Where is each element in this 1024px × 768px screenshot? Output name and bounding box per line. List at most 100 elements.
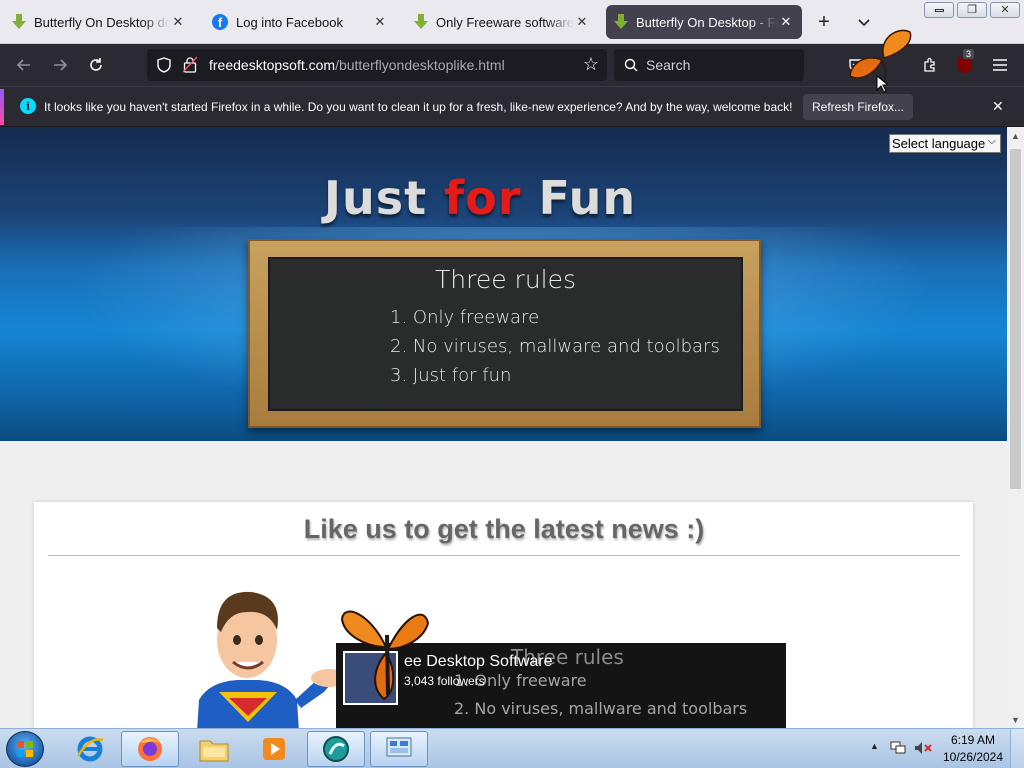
hero-title-word: for: [444, 171, 522, 225]
butterfly-icon: [340, 610, 430, 701]
hero-title: Just for Fun: [0, 171, 960, 225]
download-icon: [614, 14, 628, 30]
tab-butterfly-active[interactable]: Butterfly On Desktop - Free ✕: [606, 5, 802, 39]
tab-only-freeware[interactable]: Only Freeware software for ✕: [406, 5, 598, 39]
restore-button[interactable]: ❐: [957, 2, 987, 18]
scroll-up-arrow-icon[interactable]: ▲: [1007, 127, 1024, 144]
rule-item: 3. Just for fun: [390, 365, 512, 386]
network-icon[interactable]: [890, 741, 906, 758]
chevron-down-icon: [858, 19, 870, 27]
close-icon[interactable]: ✕: [372, 14, 388, 30]
search-bar[interactable]: Search: [614, 49, 804, 81]
extension-badge: 3: [963, 49, 975, 59]
reload-button[interactable]: [84, 53, 108, 77]
notification-bar: i It looks like you haven't started Fire…: [0, 75, 1024, 126]
clock-time[interactable]: 6:19 AM: [940, 733, 1006, 747]
tab-facebook[interactable]: f Log into Facebook ✕: [204, 5, 396, 39]
app-circle-icon: [323, 736, 349, 762]
notification-accent: [0, 89, 4, 125]
shield-icon[interactable]: [157, 57, 171, 73]
rule-item: 1. Only freeware: [390, 307, 540, 328]
start-button[interactable]: [6, 731, 44, 767]
windows-taskbar: ▲ 6:19 AM 10/26/2024: [0, 728, 1024, 768]
control-panel-icon: [386, 737, 412, 757]
close-notification-icon[interactable]: ✕: [992, 98, 1004, 115]
url-host: freedesktopsoft.com: [209, 57, 336, 73]
url-bar[interactable]: freedesktopsoft.com/butterflyondesktopli…: [147, 49, 607, 81]
close-window-button[interactable]: ✕: [990, 2, 1020, 18]
like-us-card: Like us to get the latest news :) Three …: [34, 502, 973, 728]
clock-date[interactable]: 10/26/2024: [940, 750, 1006, 764]
close-icon[interactable]: ✕: [574, 14, 590, 30]
search-icon: [624, 58, 638, 72]
lock-warning-icon[interactable]: [183, 56, 197, 73]
mouse-cursor-icon: [876, 75, 888, 93]
back-button[interactable]: [12, 53, 36, 77]
windows-logo-icon: [17, 741, 33, 757]
show-desktop-button[interactable]: [1010, 729, 1024, 768]
fb-rule-item: 2. No viruses, mallware and toolbars: [454, 699, 748, 718]
minimize-icon: [934, 8, 944, 12]
tab-butterfly-download[interactable]: Butterfly On Desktop download ✕: [4, 5, 194, 39]
window-controls: ❐ ✕: [924, 2, 1020, 18]
like-heading: Like us to get the latest news :): [48, 514, 960, 556]
info-icon: i: [20, 98, 36, 114]
url-path: /butterflyondesktoplike.html: [335, 57, 505, 73]
speaker-muted-icon: [915, 742, 932, 754]
navigation-toolbar: freedesktopsoft.com/butterflyondesktopli…: [0, 29, 1024, 89]
new-tab-button[interactable]: +: [812, 10, 836, 34]
ublock-button[interactable]: 3: [953, 49, 977, 77]
facebook-icon: f: [212, 14, 228, 30]
ublock-shield-icon: [958, 57, 972, 73]
notification-text: It looks like you haven't started Firefo…: [44, 100, 793, 114]
extensions-button[interactable]: [918, 53, 942, 77]
internet-explorer-icon: [76, 736, 104, 762]
media-player-icon: [263, 738, 285, 760]
minimize-button[interactable]: [924, 2, 954, 18]
hero-title-word: Just: [323, 171, 428, 225]
rule-item: 2. No viruses, mallware and toolbars: [390, 336, 720, 357]
language-select-value: Select language: [892, 136, 986, 151]
scroll-down-arrow-icon[interactable]: ▼: [1007, 711, 1024, 728]
vertical-scrollbar[interactable]: ▲ ▼: [1007, 127, 1024, 728]
hero-banner: Just for Fun Three rules 1. Only freewar…: [0, 127, 1007, 441]
close-icon[interactable]: ✕: [778, 14, 794, 30]
taskbar-firefox[interactable]: [121, 731, 179, 767]
search-placeholder: Search: [646, 57, 691, 73]
menu-button[interactable]: [988, 53, 1012, 77]
hero-title-word: Fun: [538, 171, 637, 225]
chalkboard: Three rules 1. Only freeware 2. No virus…: [248, 239, 761, 428]
chalkboard-surface: Three rules 1. Only freeware 2. No virus…: [268, 257, 743, 411]
folder-icon: [199, 740, 229, 762]
arrow-right-icon: [54, 59, 68, 71]
taskbar-app-circle[interactable]: [307, 731, 365, 767]
volume-muted-icon[interactable]: [914, 741, 932, 758]
taskbar-control-panel[interactable]: [370, 731, 428, 767]
close-icon[interactable]: ✕: [170, 14, 186, 30]
refresh-firefox-button[interactable]: Refresh Firefox...: [803, 94, 913, 120]
show-hidden-icons-button[interactable]: ▲: [870, 741, 879, 751]
arrow-left-icon: [16, 59, 30, 71]
tab-title: Only Freeware software for: [436, 14, 574, 30]
tab-title: Butterfly On Desktop - Free: [636, 14, 778, 30]
language-select[interactable]: Select language ⌵: [889, 134, 1001, 153]
board-title: Three rules: [434, 265, 577, 294]
taskbar-internet-explorer[interactable]: [61, 731, 119, 767]
scroll-thumb[interactable]: [1010, 149, 1021, 489]
taskbar-file-explorer[interactable]: [185, 731, 243, 767]
chevron-down-icon: ⌵: [987, 135, 996, 147]
download-icon: [12, 14, 26, 30]
firefox-icon: [138, 737, 162, 761]
puzzle-icon: [924, 57, 935, 72]
reload-icon: [90, 58, 102, 71]
taskbar-media-player[interactable]: [245, 731, 303, 767]
tab-title: Butterfly On Desktop download: [34, 14, 170, 30]
star-bookmark-icon[interactable]: ☆: [583, 54, 599, 75]
download-icon: [414, 14, 428, 30]
hamburger-menu-icon: [993, 59, 1007, 71]
forward-button[interactable]: [48, 53, 72, 77]
network-computer-icon: [890, 741, 906, 754]
page-content: Just for Fun Three rules 1. Only freewar…: [0, 127, 1007, 728]
tab-title: Log into Facebook: [236, 14, 343, 30]
superhero-illustration: [197, 591, 359, 728]
